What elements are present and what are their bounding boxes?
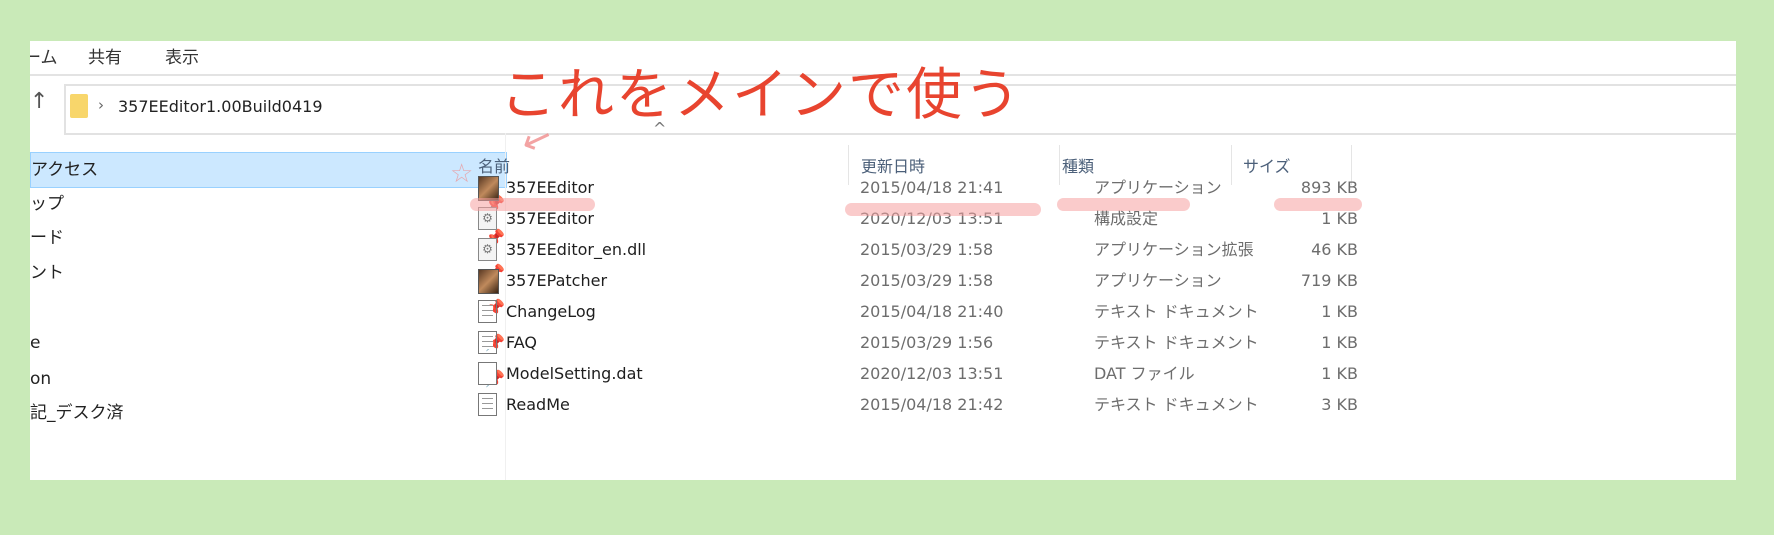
ribbon-tab-home[interactable]: ーム <box>30 43 58 68</box>
sidebar-item-desktop[interactable]: ップ📌 <box>30 187 505 221</box>
text-doc-icon <box>478 331 497 354</box>
ribbon-tab-view[interactable]: 表示 <box>165 43 199 68</box>
file-size: 3 KB <box>1321 395 1358 414</box>
highlight-name <box>470 198 595 211</box>
app-icon <box>478 269 499 294</box>
file-name: ModelSetting.dat <box>506 364 643 383</box>
file-type: テキスト ドキュメント <box>1094 395 1259 414</box>
star-doodle-icon: ☆ <box>450 159 474 189</box>
sidebar-item-pictures[interactable]: 📌 <box>30 291 505 325</box>
file-row[interactable]: FAQ 2015/03/29 1:56 テキスト ドキュメント 1 KB <box>446 327 1358 358</box>
folder-icon <box>70 94 88 118</box>
blank-file-icon <box>478 362 497 385</box>
file-name: 357EPatcher <box>506 271 608 290</box>
breadcrumb-path[interactable]: 357EEditor1.00Build0419 <box>118 97 323 116</box>
sidebar-item-label: e <box>30 333 41 353</box>
file-name: 357EEditor_en.dll <box>506 240 647 259</box>
file-type: DAT ファイル <box>1094 364 1195 383</box>
file-row[interactable]: ChangeLog 2015/04/18 21:40 テキスト ドキュメント 1 KB <box>446 296 1358 327</box>
highlight-size <box>1274 198 1362 211</box>
file-date: 2015/03/29 1:58 <box>860 271 994 290</box>
file-size: 1 KB <box>1321 364 1358 383</box>
file-type: アプリケーション <box>1094 271 1222 290</box>
file-type: アプリケーション拡張 <box>1094 240 1254 259</box>
breadcrumb-separator: › <box>98 96 104 114</box>
sidebar-item-6[interactable]: on📌 <box>30 362 505 396</box>
ribbon-tab-share[interactable]: 共有 <box>88 43 122 68</box>
file-date: 2015/04/18 21:41 <box>860 178 1004 197</box>
file-row[interactable]: ReadMe 2015/04/18 21:42 テキスト ドキュメント 3 KB <box>446 389 1358 420</box>
sidebar-item-label: ント <box>30 263 64 283</box>
sidebar-item-label: on <box>30 369 52 389</box>
sidebar-item-5[interactable]: e📌 <box>30 326 505 360</box>
file-type: テキスト ドキュメント <box>1094 302 1259 321</box>
highlight-date <box>845 203 1041 216</box>
sidebar-item-downloads[interactable]: ード📌 <box>30 221 505 255</box>
text-doc-icon <box>478 300 497 323</box>
file-date: 2015/04/18 21:42 <box>860 395 1004 414</box>
file-size: 46 KB <box>1311 240 1358 259</box>
up-arrow-icon[interactable]: ↑ <box>30 89 48 114</box>
file-type: テキスト ドキュメント <box>1094 333 1259 352</box>
sidebar-item-quick-access[interactable]: アクセス <box>30 152 507 188</box>
file-name: ReadMe <box>506 395 570 414</box>
file-date: 2015/03/29 1:58 <box>860 240 994 259</box>
file-name: ChangeLog <box>506 302 596 321</box>
file-row[interactable]: 357EPatcher 2015/03/29 1:58 アプリケーション 719 KB <box>446 265 1358 296</box>
file-date: 2015/03/29 1:56 <box>860 333 994 352</box>
sidebar-item-label: 記_デスク済 <box>30 403 124 423</box>
sidebar-item-documents[interactable]: ント📌 <box>30 256 505 290</box>
file-row[interactable]: ⚙ 357EEditor_en.dll 2015/03/29 1:58 アプリケーショ… <box>446 234 1358 265</box>
file-size: 1 KB <box>1321 333 1358 352</box>
sidebar-item-label: アクセス <box>31 160 99 180</box>
file-size: 719 KB <box>1300 271 1358 290</box>
dll-icon: ⚙ <box>478 238 497 261</box>
sidebar-item-label: ップ <box>30 194 64 214</box>
file-date: 2020/12/03 13:51 <box>860 364 1004 383</box>
file-name: FAQ <box>506 333 537 352</box>
file-size: 1 KB <box>1321 302 1358 321</box>
file-date: 2015/04/18 21:40 <box>860 302 1004 321</box>
annotation-text: これをメインで使う <box>500 63 1022 128</box>
file-row[interactable]: ModelSetting.dat 2020/12/03 13:51 DAT ファイル… <box>446 358 1358 389</box>
sidebar-item-label: ード <box>30 228 64 248</box>
sidebar-item-7[interactable]: 記_デスク済 <box>30 396 505 430</box>
text-doc-icon <box>478 393 497 416</box>
highlight-type <box>1057 198 1190 211</box>
